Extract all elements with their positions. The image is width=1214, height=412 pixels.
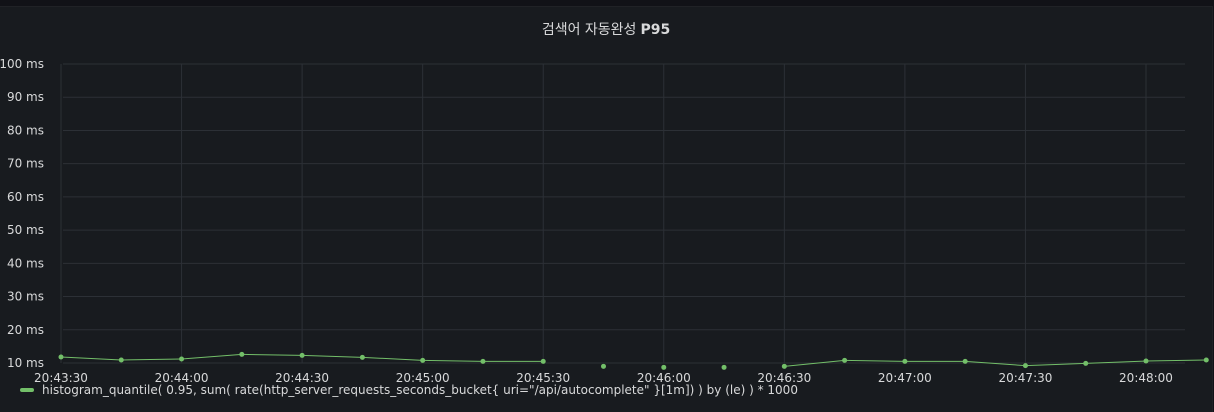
legend-series-name: histogram_quantile( 0.95, sum( rate(http…: [42, 383, 798, 397]
x-tick-label: 20:47:00: [878, 371, 932, 385]
data-point: [420, 357, 426, 363]
series-line-segment: [1145, 359, 1207, 362]
series-line-segment: [422, 359, 483, 362]
data-point: [781, 363, 787, 369]
series-lines: [60, 353, 1207, 367]
data-point: [58, 354, 64, 360]
data-point: [480, 358, 486, 364]
x-tick-label: 20:47:30: [998, 371, 1052, 385]
y-tick-label: 50 ms: [7, 223, 44, 237]
y-tick-label: 60 ms: [7, 190, 44, 204]
data-point: [359, 354, 365, 360]
y-axis-tick-labels: 100 ms 90 ms 80 ms 70 ms 60 ms 50 ms 40 ms 30 m…: [0, 57, 44, 370]
y-tick-label: 20 ms: [7, 323, 44, 337]
data-point: [1203, 357, 1209, 363]
data-point: [179, 356, 185, 362]
data-point: [842, 357, 848, 363]
y-tick-label: 10 ms: [7, 356, 44, 370]
data-point: [1143, 358, 1149, 364]
legend-color-swatch: [20, 388, 34, 392]
series-line-segment: [302, 354, 363, 358]
data-point: [118, 357, 124, 363]
data-point: [239, 351, 245, 357]
x-tick-label: 20:48:00: [1119, 371, 1173, 385]
chart-grid: [60, 63, 1185, 364]
data-point: [601, 363, 606, 369]
data-point: [962, 358, 968, 364]
series-line-segment: [60, 356, 122, 361]
series-points: [58, 351, 1209, 370]
series-line-segment: [121, 358, 182, 361]
data-point: [661, 364, 667, 370]
y-tick-label: 40 ms: [7, 256, 44, 270]
y-tick-label: 70 ms: [7, 157, 44, 171]
y-tick-label: 80 ms: [7, 123, 44, 137]
line-chart[interactable]: 100 ms 90 ms 80 ms 70 ms 60 ms 50 ms 40 ms 30 m…: [0, 0, 1214, 411]
series-line-segment: [844, 359, 905, 362]
series-line-segment: [1025, 362, 1086, 367]
series-line-segment: [362, 356, 423, 361]
y-tick-label: 100 ms: [0, 57, 44, 71]
y-tick-label: 90 ms: [7, 90, 44, 104]
series-line-segment: [241, 353, 303, 356]
data-point: [540, 358, 546, 364]
data-point: [299, 352, 305, 358]
series-line-segment: [181, 353, 242, 360]
data-point: [902, 358, 908, 364]
data-point: [1083, 360, 1089, 366]
legend[interactable]: histogram_quantile( 0.95, sum( rate(http…: [20, 383, 798, 397]
data-point: [721, 364, 727, 370]
y-tick-label: 30 ms: [7, 290, 44, 304]
data-point: [1022, 363, 1028, 369]
